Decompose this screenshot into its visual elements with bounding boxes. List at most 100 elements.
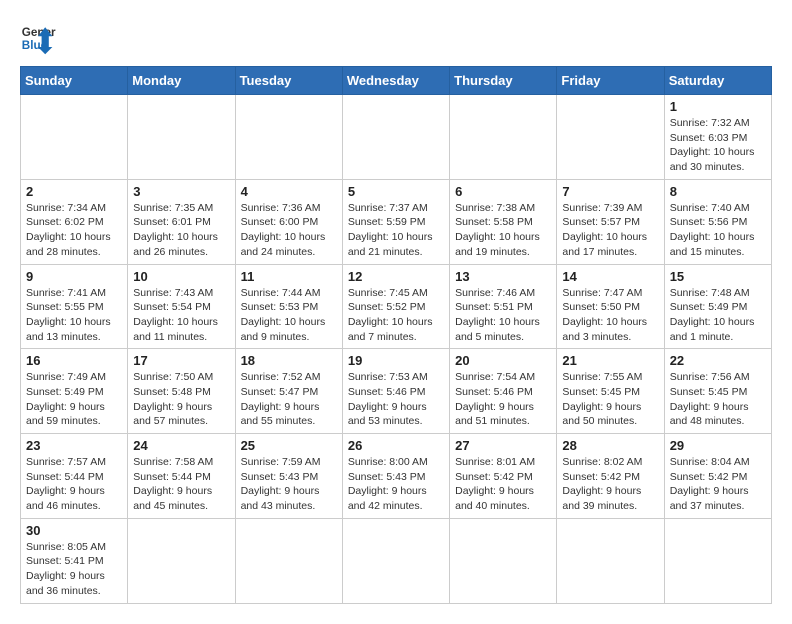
day-info: Sunrise: 7:44 AM Sunset: 5:53 PM Dayligh… — [241, 286, 337, 345]
day-number: 14 — [562, 269, 658, 284]
calendar-cell: 29 Sunrise: 8:04 AM Sunset: 5:42 PM Dayli… — [664, 434, 771, 519]
day-info: Sunrise: 7:43 AM Sunset: 5:54 PM Dayligh… — [133, 286, 229, 345]
day-info: Sunrise: 7:59 AM Sunset: 5:43 PM Dayligh… — [241, 455, 337, 514]
day-info: Sunrise: 7:41 AM Sunset: 5:55 PM Dayligh… — [26, 286, 122, 345]
calendar-cell: 19 Sunrise: 7:53 AM Sunset: 5:46 PM Dayli… — [342, 349, 449, 434]
calendar-cell: 30 Sunrise: 8:05 AM Sunset: 5:41 PM Dayli… — [21, 518, 128, 603]
calendar-cell: 5 Sunrise: 7:37 AM Sunset: 5:59 PM Daylig… — [342, 179, 449, 264]
day-number: 21 — [562, 353, 658, 368]
calendar-cell: 16Sunrise: 7:49 AM Sunset: 5:49 PM Dayli… — [21, 349, 128, 434]
day-info: Sunrise: 7:50 AM Sunset: 5:48 PM Dayligh… — [133, 370, 229, 429]
weekday-header-saturday: Saturday — [664, 67, 771, 95]
calendar-cell: 24 Sunrise: 7:58 AM Sunset: 5:44 PM Dayli… — [128, 434, 235, 519]
day-number: 7 — [562, 184, 658, 199]
day-number: 23 — [26, 438, 122, 453]
calendar-cell — [342, 518, 449, 603]
day-number: 28 — [562, 438, 658, 453]
day-info: Sunrise: 7:45 AM Sunset: 5:52 PM Dayligh… — [348, 286, 444, 345]
day-info: Sunrise: 7:36 AM Sunset: 6:00 PM Dayligh… — [241, 201, 337, 260]
day-info: Sunrise: 7:54 AM Sunset: 5:46 PM Dayligh… — [455, 370, 551, 429]
day-number: 11 — [241, 269, 337, 284]
day-info: Sunrise: 7:56 AM Sunset: 5:45 PM Dayligh… — [670, 370, 766, 429]
calendar-cell: 13Sunrise: 7:46 AM Sunset: 5:51 PM Dayli… — [450, 264, 557, 349]
weekday-header-tuesday: Tuesday — [235, 67, 342, 95]
day-info: Sunrise: 7:35 AM Sunset: 6:01 PM Dayligh… — [133, 201, 229, 260]
weekday-header-friday: Friday — [557, 67, 664, 95]
calendar-header: SundayMondayTuesdayWednesdayThursdayFrid… — [21, 67, 772, 95]
calendar-cell — [557, 95, 664, 180]
day-number: 18 — [241, 353, 337, 368]
day-info: Sunrise: 7:32 AM Sunset: 6:03 PM Dayligh… — [670, 116, 766, 175]
day-number: 9 — [26, 269, 122, 284]
day-number: 27 — [455, 438, 551, 453]
calendar-cell — [450, 518, 557, 603]
calendar-cell — [128, 95, 235, 180]
day-number: 24 — [133, 438, 229, 453]
day-info: Sunrise: 7:48 AM Sunset: 5:49 PM Dayligh… — [670, 286, 766, 345]
day-number: 8 — [670, 184, 766, 199]
weekday-header-monday: Monday — [128, 67, 235, 95]
day-info: Sunrise: 8:05 AM Sunset: 5:41 PM Dayligh… — [26, 540, 122, 599]
calendar-table: SundayMondayTuesdayWednesdayThursdayFrid… — [20, 66, 772, 604]
calendar-cell — [450, 95, 557, 180]
day-number: 22 — [670, 353, 766, 368]
day-info: Sunrise: 8:02 AM Sunset: 5:42 PM Dayligh… — [562, 455, 658, 514]
logo-icon: General Blue — [20, 20, 56, 56]
calendar-cell: 15 Sunrise: 7:48 AM Sunset: 5:49 PM Dayli… — [664, 264, 771, 349]
day-number: 30 — [26, 523, 122, 538]
calendar-cell — [557, 518, 664, 603]
day-number: 19 — [348, 353, 444, 368]
calendar-cell: 17 Sunrise: 7:50 AM Sunset: 5:48 PM Dayli… — [128, 349, 235, 434]
day-info: Sunrise: 7:47 AM Sunset: 5:50 PM Dayligh… — [562, 286, 658, 345]
weekday-header-sunday: Sunday — [21, 67, 128, 95]
day-info: Sunrise: 7:55 AM Sunset: 5:45 PM Dayligh… — [562, 370, 658, 429]
day-info: Sunrise: 8:00 AM Sunset: 5:43 PM Dayligh… — [348, 455, 444, 514]
day-number: 20 — [455, 353, 551, 368]
calendar-cell: 7 Sunrise: 7:39 AM Sunset: 5:57 PM Daylig… — [557, 179, 664, 264]
day-info: Sunrise: 7:34 AM Sunset: 6:02 PM Dayligh… — [26, 201, 122, 260]
day-number: 3 — [133, 184, 229, 199]
day-number: 5 — [348, 184, 444, 199]
calendar-cell: 27 Sunrise: 8:01 AM Sunset: 5:42 PM Dayli… — [450, 434, 557, 519]
svg-text:General: General — [22, 26, 56, 39]
calendar-cell — [21, 95, 128, 180]
day-info: Sunrise: 7:52 AM Sunset: 5:47 PM Dayligh… — [241, 370, 337, 429]
calendar-cell: 4 Sunrise: 7:36 AM Sunset: 6:00 PM Daylig… — [235, 179, 342, 264]
day-info: Sunrise: 7:58 AM Sunset: 5:44 PM Dayligh… — [133, 455, 229, 514]
day-info: Sunrise: 7:46 AM Sunset: 5:51 PM Dayligh… — [455, 286, 551, 345]
day-number: 15 — [670, 269, 766, 284]
day-info: Sunrise: 7:39 AM Sunset: 5:57 PM Dayligh… — [562, 201, 658, 260]
day-info: Sunrise: 7:57 AM Sunset: 5:44 PM Dayligh… — [26, 455, 122, 514]
day-number: 10 — [133, 269, 229, 284]
calendar-cell — [342, 95, 449, 180]
calendar-cell: 8 Sunrise: 7:40 AM Sunset: 5:56 PM Daylig… — [664, 179, 771, 264]
calendar-cell: 18 Sunrise: 7:52 AM Sunset: 5:47 PM Dayli… — [235, 349, 342, 434]
calendar-cell: 12Sunrise: 7:45 AM Sunset: 5:52 PM Dayli… — [342, 264, 449, 349]
calendar-cell: 23 Sunrise: 7:57 AM Sunset: 5:44 PM Dayli… — [21, 434, 128, 519]
day-info: Sunrise: 7:37 AM Sunset: 5:59 PM Dayligh… — [348, 201, 444, 260]
calendar-cell: 1Sunrise: 7:32 AM Sunset: 6:03 PM Daylig… — [664, 95, 771, 180]
calendar-cell: 2 Sunrise: 7:34 AM Sunset: 6:02 PM Daylig… — [21, 179, 128, 264]
day-number: 17 — [133, 353, 229, 368]
day-number: 2 — [26, 184, 122, 199]
page-header: General Blue — [20, 20, 772, 56]
calendar-cell — [235, 95, 342, 180]
day-number: 29 — [670, 438, 766, 453]
weekday-header-thursday: Thursday — [450, 67, 557, 95]
calendar-body: 1Sunrise: 7:32 AM Sunset: 6:03 PM Daylig… — [21, 95, 772, 604]
calendar-cell — [128, 518, 235, 603]
day-info: Sunrise: 8:04 AM Sunset: 5:42 PM Dayligh… — [670, 455, 766, 514]
day-number: 26 — [348, 438, 444, 453]
day-number: 4 — [241, 184, 337, 199]
calendar-cell: 21 Sunrise: 7:55 AM Sunset: 5:45 PM Dayli… — [557, 349, 664, 434]
day-number: 6 — [455, 184, 551, 199]
calendar-cell: 22 Sunrise: 7:56 AM Sunset: 5:45 PM Dayli… — [664, 349, 771, 434]
day-info: Sunrise: 8:01 AM Sunset: 5:42 PM Dayligh… — [455, 455, 551, 514]
day-info: Sunrise: 7:40 AM Sunset: 5:56 PM Dayligh… — [670, 201, 766, 260]
calendar-cell: 11 Sunrise: 7:44 AM Sunset: 5:53 PM Dayli… — [235, 264, 342, 349]
calendar-cell: 10 Sunrise: 7:43 AM Sunset: 5:54 PM Dayli… — [128, 264, 235, 349]
calendar-cell: 9 Sunrise: 7:41 AM Sunset: 5:55 PM Daylig… — [21, 264, 128, 349]
day-info: Sunrise: 7:53 AM Sunset: 5:46 PM Dayligh… — [348, 370, 444, 429]
logo: General Blue — [20, 20, 56, 56]
calendar-cell — [235, 518, 342, 603]
